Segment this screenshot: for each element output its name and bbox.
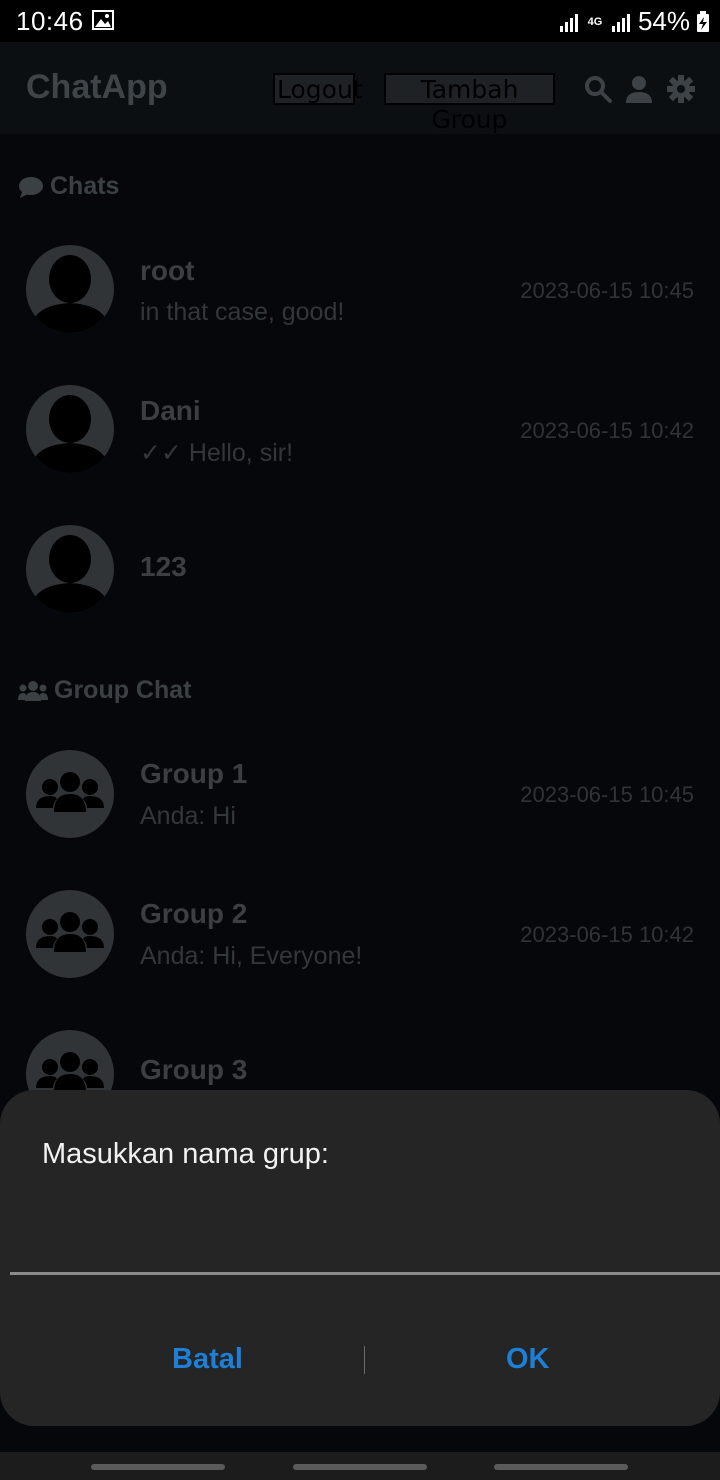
group-name: Group 2: [140, 898, 248, 929]
chat-name: 123: [140, 551, 187, 582]
chat-row-123[interactable]: 123: [0, 525, 720, 665]
gear-icon[interactable]: [666, 74, 696, 104]
group-row-1[interactable]: Group 1 Anda: Hi 2023-06-15 10:45: [0, 750, 720, 890]
group-time: 2023-06-15 10:42: [520, 922, 694, 947]
group-users-icon: [36, 912, 104, 952]
avatar: [26, 385, 114, 473]
chats-section-label: Chats: [50, 172, 120, 200]
nav-recents-button[interactable]: [91, 1464, 225, 1470]
battery-percent: 54%: [637, 6, 690, 36]
chat-name: Dani: [140, 395, 201, 426]
chats-section-header: Chats: [18, 172, 119, 201]
group-name-dialog: Masukkan nama grup: Batal OK: [0, 1090, 720, 1426]
status-time: 10:46: [16, 6, 84, 36]
default-user-avatar-icon: [32, 255, 108, 333]
add-group-button[interactable]: Tambah Group: [384, 73, 555, 134]
chat-name: root: [140, 255, 195, 286]
group-row-2[interactable]: Group 2 Anda: Hi, Everyone! 2023-06-15 1…: [0, 890, 720, 1030]
chat-preview: in that case, good!: [140, 298, 345, 326]
default-user-avatar-icon: [32, 535, 108, 613]
nav-home-button[interactable]: [293, 1464, 427, 1470]
network-type: 4G: [587, 15, 603, 28]
status-bar: 10:46 4G 54%: [0, 0, 720, 42]
group-preview: Anda: Hi, Everyone!: [140, 942, 363, 970]
ok-button[interactable]: OK: [500, 1342, 556, 1377]
group-name: Group 1: [140, 758, 248, 789]
group-avatar: [26, 890, 114, 978]
chat-row-root[interactable]: root in that case, good! 2023-06-15 10:4…: [0, 245, 720, 385]
dialog-button-divider: [364, 1346, 365, 1374]
app-title: ChatApp: [26, 68, 168, 106]
status-right: 4G 54%: [558, 6, 710, 37]
chat-time: 2023-06-15 10:42: [520, 418, 694, 443]
system-nav-bar: [0, 1452, 720, 1480]
app-bar: ChatApp Logout Tambah Group: [0, 42, 720, 134]
group-users-icon: [36, 772, 104, 812]
avatar: [26, 525, 114, 613]
battery-charging-icon: [697, 10, 709, 32]
group-preview: Anda: Hi: [140, 802, 236, 830]
dialog-title: Masukkan nama grup:: [42, 1138, 329, 1170]
group-time: 2023-06-15 10:45: [520, 782, 694, 807]
logout-button[interactable]: Logout: [273, 73, 363, 105]
user-icon[interactable]: [624, 74, 654, 104]
users-icon: [18, 680, 48, 701]
avatar: [26, 245, 114, 333]
chat-time: 2023-06-15 10:45: [520, 278, 694, 303]
cancel-button[interactable]: Batal: [166, 1342, 249, 1377]
chat-preview: ✓✓ Hello, sir!: [140, 439, 294, 467]
chat-row-dani[interactable]: Dani ✓✓ Hello, sir! 2023-06-15 10:42: [0, 385, 720, 525]
nav-back-button[interactable]: [494, 1464, 628, 1470]
signal-icon: [559, 13, 578, 32]
search-icon[interactable]: [583, 74, 613, 104]
default-user-avatar-icon: [32, 395, 108, 473]
group-avatar: [26, 750, 114, 838]
signal-icon-2: [611, 13, 630, 32]
group-section-label: Group Chat: [54, 676, 192, 704]
image-notification-icon: [92, 10, 114, 30]
group-name: Group 3: [140, 1054, 248, 1085]
chat-bubble-icon: [19, 176, 43, 198]
group-section-header: Group Chat: [18, 676, 192, 705]
group-name-input[interactable]: [10, 1272, 720, 1275]
